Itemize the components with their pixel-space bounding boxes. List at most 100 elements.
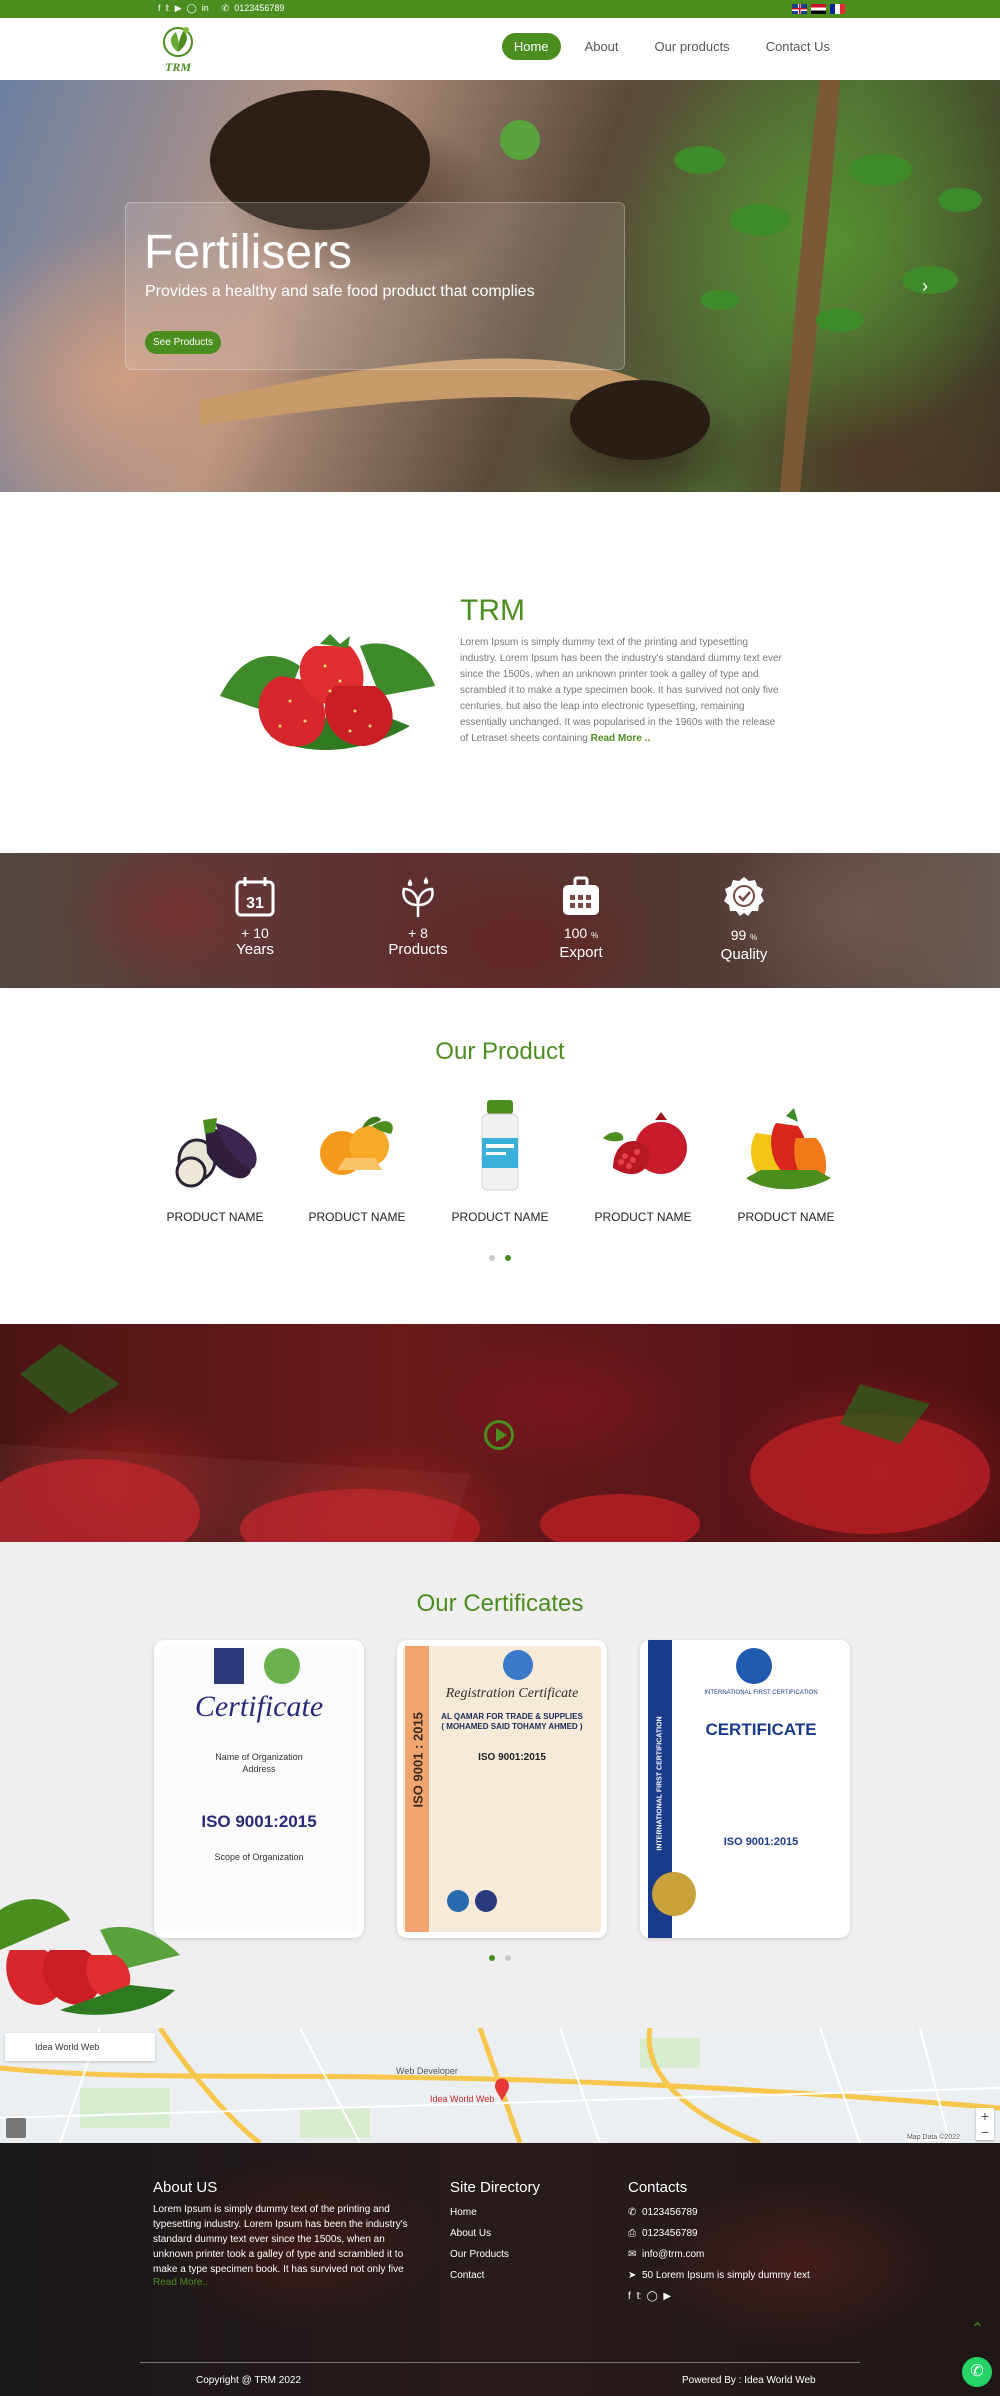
nav-about[interactable]: About xyxy=(573,33,631,60)
stat-quality-label: Quality xyxy=(720,946,768,963)
about-text: Lorem Ipsum is simply dummy text of the … xyxy=(460,637,782,744)
nav-home[interactable]: Home xyxy=(501,33,561,60)
map-place-label[interactable]: Idea World Web xyxy=(5,2033,155,2061)
linkedin-icon[interactable]: in xyxy=(202,3,209,14)
street-view-icon[interactable] xyxy=(6,2118,26,2138)
certificates-section: Our Certificates Certificate Name of Org… xyxy=(0,1542,1000,2028)
products-section: Our Product PRODUCT NAME PRODUCT NAME PR… xyxy=(0,988,1000,1324)
footer-divider xyxy=(140,2362,860,2363)
product-card[interactable]: PRODUCT NAME xyxy=(573,1098,713,1224)
carousel-dot[interactable] xyxy=(505,1955,511,1961)
svg-text:31: 31 xyxy=(246,895,264,912)
logo[interactable]: TRM xyxy=(155,22,201,75)
map-zoom-out-button[interactable]: − xyxy=(976,2124,994,2140)
ocpl-logo-icon xyxy=(503,1650,533,1680)
footer-read-more-link[interactable]: Read More.. xyxy=(153,2277,423,2288)
play-video-button[interactable] xyxy=(484,1420,514,1450)
main-menu: Home About Our products Contact Us xyxy=(501,33,842,60)
stat-years-label: Years xyxy=(236,941,274,958)
twitter-icon[interactable]: 𝕥 xyxy=(166,3,170,14)
facebook-icon[interactable]: f xyxy=(158,3,161,14)
french-flag-icon[interactable] xyxy=(830,4,845,14)
hero-title: Fertilisers xyxy=(144,226,353,279)
eggplant-image xyxy=(175,1118,257,1188)
map-zoom-in-button[interactable]: + xyxy=(976,2108,994,2124)
twitter-icon[interactable]: 𝕥 xyxy=(636,2291,641,2302)
stat-export-label: Export xyxy=(559,944,603,961)
footer-email[interactable]: ✉ info@trm.com xyxy=(628,2244,848,2265)
topbar-phone[interactable]: 0123456789 xyxy=(234,3,284,14)
carousel-dot-active[interactable] xyxy=(489,1955,495,1961)
oranges-image xyxy=(320,1116,393,1175)
powered-by[interactable]: Powered By : Idea World Web xyxy=(682,2375,816,2386)
strawberries-decoration-image xyxy=(0,1899,180,2015)
product-card[interactable]: PRODUCT NAME xyxy=(145,1098,285,1224)
product-card[interactable]: PRODUCT NAME xyxy=(430,1098,570,1224)
certificate-heading: Certificate xyxy=(194,1690,324,1723)
gold-seal-icon xyxy=(652,1872,696,1916)
stat-products: + 8 Products xyxy=(358,875,478,958)
map-credit: Map Data ©2022 xyxy=(906,2134,960,2141)
youtube-icon[interactable]: ▶ xyxy=(663,2291,671,2302)
footer: About US Lorem Ipsum is simply dummy tex… xyxy=(0,2143,1000,2396)
about-read-more-link[interactable]: Read More .. xyxy=(591,733,650,744)
language-switcher xyxy=(792,4,845,14)
main-header: TRM Home About Our products Contact Us xyxy=(0,18,1000,80)
phone-icon: ✆ xyxy=(628,2207,637,2218)
product-card[interactable]: PRODUCT NAME xyxy=(287,1098,427,1224)
phone-icon: ✆ xyxy=(221,3,230,13)
arabic-flag-icon[interactable] xyxy=(811,4,826,14)
strawberries-image xyxy=(220,634,435,750)
location-map[interactable]: Idea World Web Web Developer Idea World … xyxy=(0,2028,1000,2143)
calendar-icon: 31 xyxy=(235,877,275,917)
footer-social: f 𝕥 ◯ ▶ xyxy=(628,2286,848,2307)
products-title: Our Product xyxy=(435,1038,565,1065)
plant-drops-icon xyxy=(402,877,434,917)
instagram-icon[interactable]: ◯ xyxy=(647,2291,658,2302)
footer-about-title: About US xyxy=(153,2179,218,2196)
pomegranate-image xyxy=(603,1112,687,1175)
logo-text: TRM xyxy=(164,60,191,74)
footer-link-products[interactable]: Our Products xyxy=(450,2244,590,2265)
footer-about: About US Lorem Ipsum is simply dummy tex… xyxy=(153,2179,423,2288)
fertilizer-bottle-image xyxy=(481,1100,519,1191)
carousel-dot-active[interactable] xyxy=(505,1255,511,1261)
footer-address: ➤ 50 Lorem Ipsum is simply dummy text xyxy=(628,2265,848,2286)
footer-link-contact[interactable]: Contact xyxy=(450,2265,590,2286)
footer-phone-1[interactable]: ✆ 0123456789 xyxy=(628,2202,848,2223)
slider-next-arrow-icon[interactable]: › xyxy=(922,276,928,297)
youtube-icon[interactable]: ▶ xyxy=(175,3,182,14)
certificate-card[interactable]: INTERNATIONAL FIRST CERTIFICATION INTERN… xyxy=(640,1640,850,1938)
facebook-icon[interactable]: f xyxy=(628,2291,631,2302)
stat-export: 100 % Export xyxy=(521,875,641,961)
accreditation-logo-icon xyxy=(214,1648,244,1684)
fax-icon: ⎙ xyxy=(628,2228,636,2239)
carousel-dot[interactable] xyxy=(489,1255,495,1261)
product-card[interactable]: PRODUCT NAME xyxy=(716,1098,856,1224)
footer-phone-2[interactable]: ⎙ 0123456789 xyxy=(628,2223,848,2244)
location-arrow-icon: ➤ xyxy=(628,2270,637,2281)
footer-link-about[interactable]: About Us xyxy=(450,2223,590,2244)
certificate-card[interactable]: Certificate Name of Organization Address… xyxy=(154,1640,364,1938)
footer-link-home[interactable]: Home xyxy=(450,2202,590,2223)
about-section: TRM Lorem Ipsum is simply dummy text of … xyxy=(0,492,1000,853)
about-title: TRM xyxy=(460,594,525,627)
nav-contact-us[interactable]: Contact Us xyxy=(754,33,842,60)
scroll-to-top-icon[interactable]: ⌃ xyxy=(971,2319,984,2339)
nav-our-products[interactable]: Our products xyxy=(643,33,742,60)
quality-badge-icon xyxy=(724,877,764,916)
green-seal-icon xyxy=(264,1648,300,1684)
see-products-button[interactable]: See Products xyxy=(145,331,222,354)
stat-export-number: 100 xyxy=(563,925,588,941)
social-links: f 𝕥 ▶ ◯ in ✆ 0123456789 xyxy=(158,3,284,14)
whatsapp-icon[interactable]: ✆ xyxy=(962,2357,992,2387)
certificates-title: Our Certificates xyxy=(416,1590,584,1617)
email-icon: ✉ xyxy=(628,2249,637,2260)
map-zoom-controls: + − xyxy=(976,2108,994,2140)
english-flag-icon[interactable] xyxy=(792,4,807,14)
instagram-icon[interactable]: ◯ xyxy=(187,3,197,14)
stats-band: 31 + 10 Years + 8 Products 100 % Export … xyxy=(0,853,1000,988)
certificate-card[interactable]: ISO 9001 : 2015 Registration Certificate… xyxy=(397,1640,607,1938)
product-name: PRODUCT NAME xyxy=(166,1210,264,1224)
stat-quality-number: 99 xyxy=(730,927,747,943)
